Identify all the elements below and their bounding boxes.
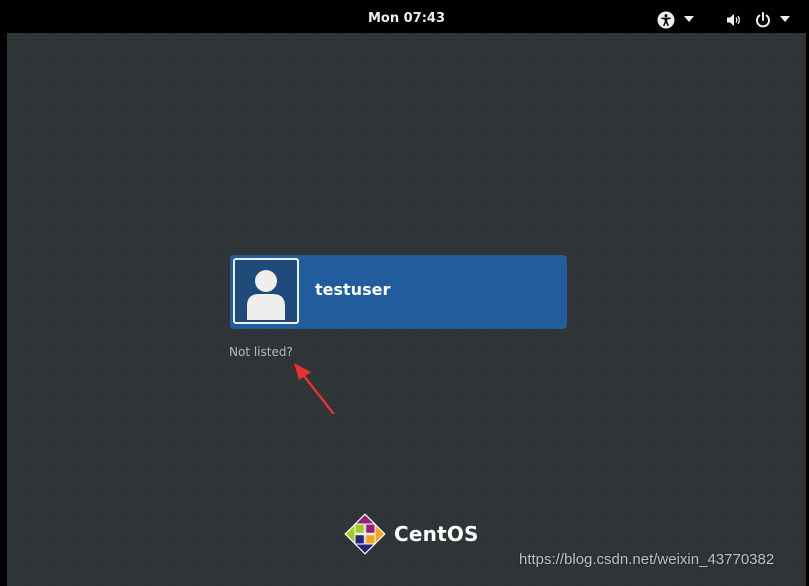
user-avatar-icon bbox=[233, 258, 299, 324]
login-screen: Mon 07:43 testuser Not listed? CentOS bbox=[7, 6, 806, 586]
volume-icon[interactable] bbox=[725, 11, 743, 29]
power-icon[interactable] bbox=[754, 11, 772, 29]
user-list-item[interactable]: testuser bbox=[230, 255, 567, 329]
accessibility-icon[interactable] bbox=[657, 11, 675, 29]
annotation-arrow-icon bbox=[294, 363, 335, 415]
not-listed-link[interactable]: Not listed? bbox=[229, 345, 293, 359]
centos-logo-icon bbox=[344, 513, 386, 555]
top-bar: Mon 07:43 bbox=[7, 6, 806, 33]
watermark-text: https://blog.csdn.net/weixin_43770382 bbox=[519, 551, 775, 568]
system-menu-arrow-icon[interactable] bbox=[780, 16, 790, 34]
brand-name: CentOS bbox=[394, 522, 479, 546]
accessibility-menu-arrow-icon[interactable] bbox=[684, 16, 694, 34]
username-label: testuser bbox=[315, 280, 391, 299]
centos-branding: CentOS bbox=[343, 512, 483, 556]
